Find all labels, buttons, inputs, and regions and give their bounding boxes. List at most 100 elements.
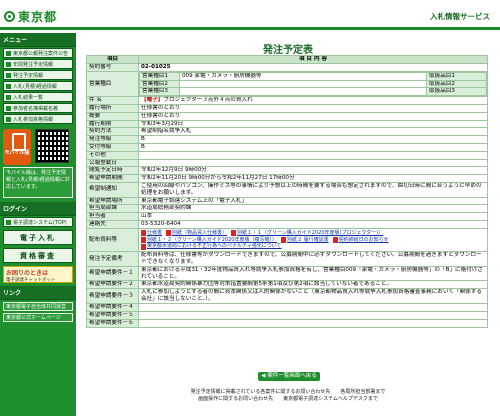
arrow-icon xyxy=(6,61,11,67)
sidebar-item-order-schedule[interactable]: 発注予定情報 xyxy=(3,70,73,80)
table-row: 希望制通知 ご使用の回線やパソコン、操作ミス等の事情により予想以上の時間を要する… xyxy=(86,181,488,198)
row-label: 希望申請要件－２ xyxy=(86,280,139,290)
table-row: 発注等級 B xyxy=(86,135,488,144)
sidebar-item-label: 入札結果一覧 xyxy=(13,94,44,101)
table-row: 公報登載日 xyxy=(86,158,488,168)
summary: 仕様書のとおり xyxy=(138,111,488,121)
table-row: 希望申請要件－２ 東京都水道局契約関係暴力団等対策措置要綱第5条第1項及び第2項… xyxy=(86,280,488,290)
table-row: 営業種目 営業種目1 009 家電・カメラ・厨房機器等 取扱品目1 営業種目2 … xyxy=(86,70,488,98)
business-type-table: 営業種目1 009 家電・カメラ・厨房機器等 取扱品目1 営業種目2 取扱品目2… xyxy=(139,72,487,96)
pdf-icon xyxy=(141,236,146,243)
sub-label: 営業種目2 xyxy=(139,79,180,89)
document-link-label: 東京都水道局における不正行為へのペナルティ強化について xyxy=(147,243,282,250)
sidebar-item-label: 東京都公報発注案件公告 xyxy=(13,50,69,57)
business-type-1: 009 家電・カメラ・厨房機器等 xyxy=(179,72,427,81)
electronic-tag: 【電子】 xyxy=(141,97,164,104)
row-label: 契約方法 xyxy=(86,127,139,137)
accept-grade: B xyxy=(138,142,488,152)
sidebar-item-bid-progress[interactable]: 入札(見積)経過情報 xyxy=(3,81,73,91)
row-label: 営業種目 xyxy=(86,70,139,98)
table-row: その他 xyxy=(86,150,488,160)
sidebar-item-bid-results[interactable]: 入札結果一覧 xyxy=(3,92,73,102)
document-link[interactable]: 東京都水道局における不正行為へのペナルティ強化について xyxy=(141,243,282,250)
back-to-list-button[interactable]: ◀ 案件一覧画面へ戻る xyxy=(258,372,320,381)
table-row: 希望申請要件－３ 入札に参加しようとする者の間に資本関係又は人的関係がないこと（… xyxy=(86,288,488,304)
link-official-homepage[interactable]: 東京都公式ホームページ xyxy=(3,313,73,322)
tokyo-logo[interactable]: 東京都 xyxy=(4,8,57,25)
table-row: 担当局部課 水道局総務部契約課 xyxy=(86,204,488,214)
order-grade: B xyxy=(138,135,488,144)
menu-heading: メニュー xyxy=(0,33,76,47)
pdf-icon xyxy=(141,243,146,250)
row-label: 担当局部課 xyxy=(86,204,139,214)
document-link-label: 契約締結日のお知らせ xyxy=(338,236,389,243)
contract-number: 02-01025 xyxy=(138,63,488,72)
table-row: 連絡先 03-5320-6404 xyxy=(86,219,488,229)
e-procurement-top-link[interactable]: 電子調達システム(TOP) xyxy=(3,217,73,227)
document-link-label: 別紙１・１（グリーン購入ガイド2020年度版(プロジェクター)） xyxy=(237,229,384,236)
sidebar-item-qualification-info[interactable]: 入札参加資格情報 xyxy=(3,114,73,124)
row-label: 概要 xyxy=(86,111,139,121)
document-link[interactable]: 別紙１・１（グリーン購入ガイド2020年度版(プロジェクター)） xyxy=(231,230,383,237)
document-link[interactable]: 仕様書 xyxy=(141,230,162,237)
chatbot-help-button[interactable]: お困りのときは 電子調達チャットボット xyxy=(3,266,73,283)
page-title: 発注予定表 xyxy=(263,45,313,56)
table-row: 希望申請要件－６ xyxy=(86,318,488,328)
delivery-deadline: 令和3年3月29日 xyxy=(138,119,488,129)
column-header-content: 項 目 内 容 xyxy=(138,55,488,64)
sidebar-item-participants[interactable]: 参加者名簿掲載名義 xyxy=(3,103,73,113)
mobile-section: モバイル版 xyxy=(3,129,73,165)
table-row: 契約番号 02-01025 xyxy=(86,63,488,72)
tokyo-emblem-icon xyxy=(4,11,15,22)
contact-phone: 03-5320-6404 xyxy=(138,219,488,229)
row-label: 希望申請要件－５ xyxy=(86,310,139,320)
mobile-button[interactable]: モバイル版 xyxy=(3,129,31,165)
publication-date xyxy=(138,158,488,168)
table-row: 希望申請要件－４ xyxy=(86,302,488,312)
sidebar-item-label: 入札参加資格情報 xyxy=(13,116,54,123)
business-type-cell: 営業種目1 009 家電・カメラ・厨房機器等 取扱品目1 営業種目2 取扱品目2… xyxy=(138,70,488,98)
link-joint-operation[interactable]: 東京都電子自治体共同運営 xyxy=(3,302,73,311)
document-link[interactable]: 契約締結日のお知らせ xyxy=(332,236,389,244)
qualification-button[interactable]: 資格審査 xyxy=(3,248,73,263)
table-row: 希望申請要件－１ 東京都における平成31・32年度物品買入れ等競争入札参加資格を… xyxy=(86,265,488,282)
login-heading: ログイン xyxy=(0,202,76,216)
document-link-label: 仕様書 xyxy=(147,229,163,236)
sub-label: 営業種目3 xyxy=(139,87,180,96)
responsible-bureau: 水道局総務部契約課 xyxy=(138,204,488,214)
document-link[interactable]: 別紙２ 履行確認書 xyxy=(280,236,329,244)
e-bid-button[interactable]: 電子入札 xyxy=(3,230,73,245)
document-link-label: 別紙２ 履行確認書 xyxy=(286,236,329,243)
sidebar-item-label: 発注予定情報 xyxy=(13,72,44,79)
mobile-label: モバイル版 xyxy=(4,150,30,156)
application-period: 令和2年11月20日 9時00分から令和2年11月27日 17時00分 xyxy=(138,174,488,183)
table-row: 履行期限 令和3年3月29日 xyxy=(86,119,488,129)
application-place: 東京都電子調達システム上の「電子入札」 xyxy=(138,196,488,206)
row-label: 契約番号 xyxy=(86,63,139,72)
table-row: 発注予定備考 配布資料等は、仕様書等がダウンロードできますので、公募期間中に必ず… xyxy=(86,251,488,267)
requirement-3: 入札に参加しようとする者の間に資本関係又は人的関係がないこと（東京都物品買入れ等… xyxy=(138,288,488,304)
table-row: 受付等級 B xyxy=(86,142,488,152)
row-label: 担当者 xyxy=(86,212,139,221)
table-row: 履行場所 仕様書のとおり xyxy=(86,103,488,113)
requirement-6 xyxy=(138,318,488,328)
arrow-icon xyxy=(6,50,11,56)
table-row: 希望申請場所 東京都電子調達システム上の「電子入札」 xyxy=(86,196,488,206)
arrow-icon xyxy=(6,116,11,122)
sidebar-item-public-notice[interactable]: 東京都公報発注案件公告 xyxy=(3,48,73,58)
row-label: 発注等級 xyxy=(86,135,139,144)
document-link[interactable]: 別紙（物品買入仕様書） xyxy=(166,230,227,237)
sidebar: メニュー 東京都公報発注案件公告 年間発注予定情報 発注予定情報 入札(見積)経… xyxy=(0,33,76,416)
arrow-icon xyxy=(6,105,11,111)
main-content: 発注予定表 項目 項 目 内 容 契約番号 02-01025 営業種目 営業種目… xyxy=(84,33,492,402)
row-label: 受付等級 xyxy=(86,142,139,152)
sidebar-item-annual-schedule[interactable]: 年間発注予定情報 xyxy=(3,59,73,69)
row-label: 希望制通知 xyxy=(86,181,139,198)
business-type-2 xyxy=(179,79,427,89)
row-label: 閲覧予定日時 xyxy=(86,166,139,176)
row-label: 希望申請要件－１ xyxy=(86,265,139,282)
notice-text: ご使用の回線やパソコン、操作ミス等の事情により予想以上の時間を要する場合も想定さ… xyxy=(138,181,488,198)
footer-line-2: 画面操作に関するお問い合わせ先 東京都電子調達システムヘルプデスクまで xyxy=(198,396,378,402)
pdf-icon xyxy=(166,230,172,237)
mobile-note: モバイル版は、発注予定情報と入札(見積)経過情報に対応しています。 xyxy=(3,167,73,198)
